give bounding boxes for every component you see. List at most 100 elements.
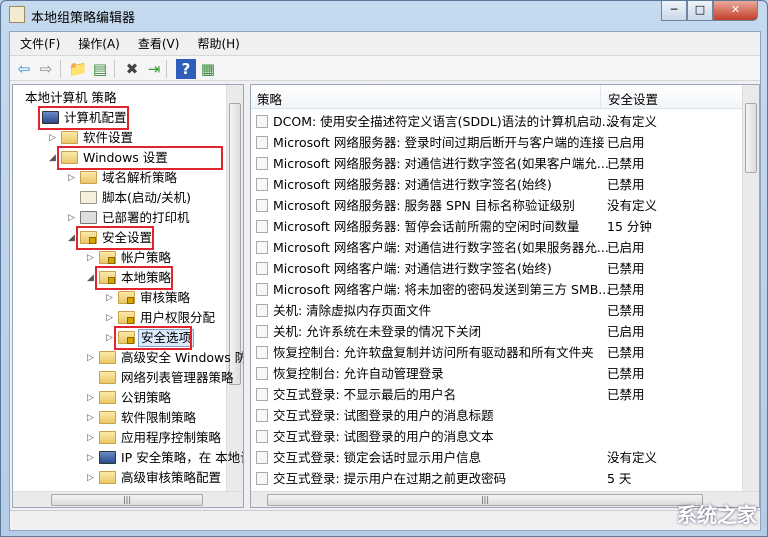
close-button[interactable]: ✕ <box>713 1 758 21</box>
up-folder-icon[interactable]: 📁 <box>68 59 88 79</box>
expand-arrow-icon[interactable]: ▷ <box>49 129 59 147</box>
policy-name: 交互式登录: 提示用户在过期之前更改密码 <box>273 471 507 486</box>
expand-arrow-icon[interactable]: ▷ <box>87 389 97 407</box>
policy-row[interactable]: 恢复控制台: 允许自动管理登录 已禁用 <box>251 363 744 384</box>
scroll-thumb[interactable] <box>229 103 241 385</box>
policy-name: 关机: 清除虚拟内存页面文件 <box>273 303 432 318</box>
policy-row[interactable]: 恢复控制台: 允许软盘复制并访问所有驱动器和所有文件夹 已禁用 <box>251 342 744 363</box>
tree-node[interactable]: ▷ 用户权限分配 <box>13 309 227 327</box>
policy-row[interactable]: Microsoft 网络客户端: 对通信进行数字签名(始终) 已禁用 <box>251 258 744 279</box>
policy-setting: 已启用 <box>607 240 645 255</box>
policy-row[interactable]: DCOM: 使用安全描述符定义语言(SDDL)语法的计算机启动... 没有定义 <box>251 111 744 132</box>
column-header-setting[interactable]: 安全设置 <box>608 89 658 108</box>
locked-folder-icon <box>118 291 135 304</box>
tree-node[interactable]: 网络列表管理器策略 <box>13 369 234 387</box>
expand-arrow-icon[interactable]: ▷ <box>87 469 97 487</box>
tree-node[interactable]: 脚本(启动/关机) <box>13 189 227 207</box>
tree-node[interactable]: ▷ 高级安全 Windows 防火 <box>13 349 243 367</box>
tree-node[interactable]: ▷ 帐户策略 <box>13 249 227 267</box>
scroll-thumb[interactable]: ||| <box>51 494 203 506</box>
policy-name: Microsoft 网络服务器: 对通信进行数字签名(如果客户端允... <box>273 156 609 171</box>
policy-icon <box>256 430 268 443</box>
policy-row[interactable]: 交互式登录: 试图登录的用户的消息标题 <box>251 405 744 426</box>
policy-setting: 15 分钟 <box>607 219 652 234</box>
expand-arrow-icon[interactable]: ▷ <box>87 249 97 267</box>
tree-node-label: 域名解析策略 <box>102 170 178 185</box>
tree-pane: ||| 本地计算机 策略 计算机配置 ▷ 软件设置 ◢ Windows 设置 ▷ 域名解析策略… <box>12 84 244 508</box>
menu-item[interactable]: 查看(V) <box>128 32 188 52</box>
policy-row[interactable]: 交互式登录: 试图登录的用户的消息文本 <box>251 426 744 447</box>
expand-arrow-icon[interactable]: ▷ <box>106 289 116 307</box>
policy-row[interactable]: Microsoft 网络服务器: 服务器 SPN 目标名称验证级别 没有定义 <box>251 195 744 216</box>
tree-node[interactable]: ▷ 软件设置 <box>13 129 227 147</box>
expand-arrow-icon[interactable]: ▷ <box>87 449 97 467</box>
expand-arrow-icon[interactable]: ▷ <box>87 429 97 447</box>
locked-folder-icon <box>118 311 135 324</box>
policy-row[interactable]: 交互式登录: 不显示最后的用户名 已禁用 <box>251 384 744 405</box>
highlight-box <box>95 266 173 290</box>
policy-row[interactable]: 交互式登录: 提示用户在过期之前更改密码 5 天 <box>251 468 744 489</box>
menu-item[interactable]: 操作(A) <box>68 32 128 52</box>
policy-name: Microsoft 网络服务器: 登录时间过期后断开与客户端的连接 <box>273 135 605 150</box>
export-list-icon[interactable]: ⇥ <box>144 59 164 79</box>
tree-node[interactable]: ▷ 软件限制策略 <box>13 409 227 427</box>
toolbar-separator <box>114 60 115 78</box>
policy-row[interactable]: Microsoft 网络客户端: 将未加密的密码发送到第三方 SMB... 已禁用 <box>251 279 744 300</box>
policy-row[interactable]: Microsoft 网络服务器: 暂停会话前所需的空闲时间数量 15 分钟 <box>251 216 744 237</box>
policy-name: 关机: 允许系统在未登录的情况下关闭 <box>273 324 482 339</box>
menu-item[interactable]: 文件(F) <box>10 32 68 52</box>
policy-setting: 已禁用 <box>607 282 645 297</box>
policy-row[interactable]: Microsoft 网络客户端: 对通信进行数字签名(如果服务器允... 已启用 <box>251 237 744 258</box>
maximize-button[interactable]: □ <box>687 1 713 21</box>
policy-name: 恢复控制台: 允许软盘复制并访问所有驱动器和所有文件夹 <box>273 345 594 360</box>
properties-icon[interactable]: ▦ <box>198 59 218 79</box>
show-hide-tree-icon[interactable]: ▤ <box>90 59 110 79</box>
list-vertical-scrollbar[interactable] <box>742 85 759 491</box>
folder-icon <box>99 351 116 364</box>
expand-arrow-icon[interactable]: ▷ <box>68 169 78 187</box>
policy-row[interactable]: Microsoft 网络服务器: 对通信进行数字签名(始终) 已禁用 <box>251 174 744 195</box>
tree-vertical-scrollbar[interactable] <box>226 85 243 491</box>
expand-arrow-icon[interactable]: ▷ <box>87 409 97 427</box>
expand-arrow-icon[interactable]: ▷ <box>106 309 116 327</box>
policy-row[interactable]: 关机: 清除虚拟内存页面文件 已禁用 <box>251 300 744 321</box>
expand-arrow-icon[interactable]: ▷ <box>87 349 97 367</box>
tree-node[interactable]: ▷ 公钥策略 <box>13 389 227 407</box>
tree-node-label: 高级审核策略配置 <box>121 470 222 485</box>
scroll-thumb[interactable] <box>745 103 757 173</box>
tree-node[interactable]: ▷ 高级审核策略配置 <box>13 469 227 487</box>
computer-icon <box>99 451 116 464</box>
policy-setting: 已禁用 <box>607 345 645 360</box>
policy-row[interactable]: 关机: 允许系统在未登录的情况下关闭 已启用 <box>251 321 744 342</box>
policy-setting: 已启用 <box>607 324 645 339</box>
menu-item[interactable]: 帮助(H) <box>187 32 247 52</box>
tree-node[interactable]: ▷ 应用程序控制策略 <box>13 429 227 447</box>
tree-node-label: 网络列表管理器策略 <box>121 370 234 385</box>
policy-list-pane: 策略 安全设置 ||| DCOM: 使用安全描述符定义语言(SDDL)语法的计算… <box>250 84 760 508</box>
policy-setting: 没有定义 <box>607 114 658 129</box>
tree-horizontal-scrollbar[interactable]: ||| <box>13 491 243 507</box>
forward-icon[interactable]: ⇨ <box>36 59 56 79</box>
back-icon[interactable]: ⇦ <box>14 59 34 79</box>
policy-setting: 已禁用 <box>607 156 645 171</box>
policy-setting: 已禁用 <box>607 177 645 192</box>
highlight-box <box>57 146 223 170</box>
client-area: 文件(F) 操作(A) 查看(V) 帮助(H) ⇦ ⇨ 📁 ▤ ✖ ⇥? ▦ ||| 本地计算机 … <box>9 31 761 531</box>
policy-name: 交互式登录: 不显示最后的用户名 <box>273 387 457 402</box>
tree-node[interactable]: ▷ 审核策略 <box>13 289 227 307</box>
policy-setting: 已禁用 <box>607 366 645 381</box>
scroll-thumb[interactable]: ||| <box>267 494 703 506</box>
expand-arrow-icon[interactable]: ▷ <box>68 209 78 227</box>
policy-row[interactable]: 交互式登录: 锁定会话时显示用户信息 没有定义 <box>251 447 744 468</box>
policy-icon <box>256 220 268 233</box>
tree-node[interactable]: ▷ 域名解析策略 <box>13 169 227 187</box>
tree-node-label: 高级安全 Windows 防火 <box>121 350 243 365</box>
help-icon[interactable]: ? <box>176 59 196 79</box>
tree-node[interactable]: 本地计算机 策略 <box>13 89 227 107</box>
tree-node[interactable]: ▷ 已部署的打印机 <box>13 209 227 227</box>
tree-node[interactable]: ▷ IP 安全策略，在 本地计算 <box>13 449 243 467</box>
minimize-button[interactable]: ─ <box>661 1 687 21</box>
delete-icon[interactable]: ✖ <box>122 59 142 79</box>
policy-row[interactable]: Microsoft 网络服务器: 对通信进行数字签名(如果客户端允... 已禁用 <box>251 153 744 174</box>
policy-row[interactable]: Microsoft 网络服务器: 登录时间过期后断开与客户端的连接 已启用 <box>251 132 744 153</box>
